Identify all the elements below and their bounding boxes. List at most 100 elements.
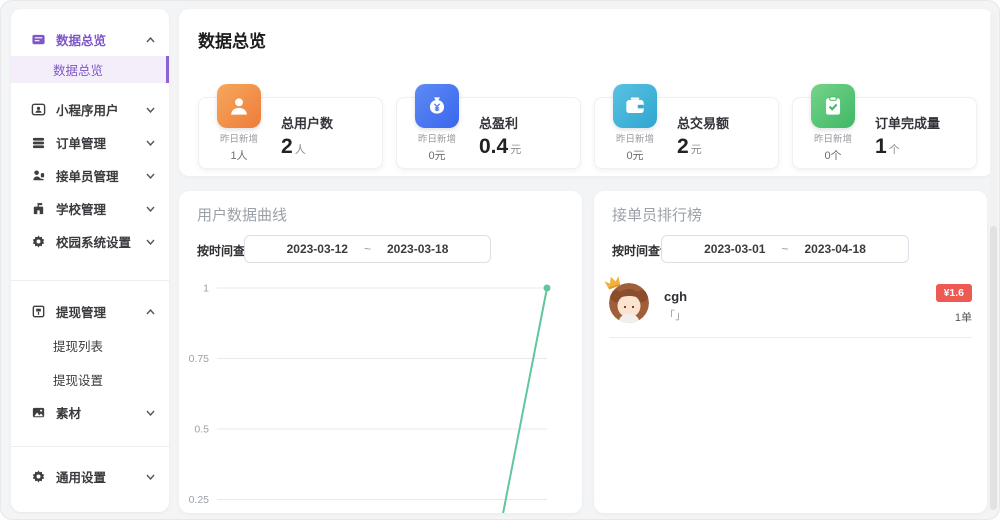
chevron-down-icon [146,107,155,113]
stat-card-total-users: 昨日新增 1人 总用户数 2人 [198,97,383,169]
stat-unit: 元 [691,144,702,156]
amount-badge: ¥1.6 [936,284,972,302]
sidebar-subitem-label: 提现设置 [53,370,103,389]
chevron-down-icon [146,410,155,416]
ranking-list-item: cgh 「」 ¥1.6 1单 [609,283,972,325]
tilde-separator: ~ [364,242,371,256]
chevron-down-icon [146,173,155,179]
stat-unit: 个 [889,144,900,156]
sidebar-item-campus-settings[interactable]: 校园系统设置 [11,225,169,258]
page-title: 数据总览 [198,27,266,52]
sidebar-item-schools[interactable]: 学校管理 [11,192,169,225]
svg-text:1: 1 [203,283,209,295]
miniprogram-user-icon [31,102,46,117]
stat-value: 2 [677,135,689,158]
stat-card-completed-orders: 昨日新增 0个 订单完成量 1个 [792,97,977,169]
svg-text:0.5: 0.5 [194,424,209,436]
overview-panel: 数据总览 昨日新增 1人 总用户数 2人 [179,9,993,176]
sidebar-item-withdraw[interactable]: 提现管理 [11,295,169,328]
sidebar-item-general-settings[interactable]: 通用设置 [11,460,169,493]
user-icon [217,84,261,128]
sidebar-item-label: 接单员管理 [56,166,136,185]
stat-label: 订单完成量 [875,113,976,132]
date-end: 2023-04-18 [805,242,866,256]
sidebar-item-orders[interactable]: 订单管理 [11,126,169,159]
order-icon [31,135,46,150]
courier-subtitle: 「」 [664,307,687,323]
sidebar-item-data-overview[interactable]: 数据总览 [11,23,169,56]
sidebar-item-label: 学校管理 [56,199,136,218]
stat-card-total-profit: 昨日新增 0元 总盈利 0.4元 [396,97,581,169]
svg-text:0.25: 0.25 [189,494,209,506]
sidebar-item-label: 订单管理 [56,133,136,152]
date-end: 2023-03-18 [387,242,448,256]
stat-label: 总盈利 [479,113,580,132]
sidebar-subitem-label: 数据总览 [53,60,103,79]
date-start: 2023-03-01 [704,242,765,256]
stat-label: 总交易额 [677,113,778,132]
sidebar-item-label: 通用设置 [56,467,136,486]
date-range-input[interactable]: 2023-03-01 ~ 2023-04-18 [661,235,909,263]
sidebar-item-couriers[interactable]: 接单员管理 [11,159,169,192]
sidebar-subitem-withdraw-list[interactable]: 提现列表 [11,328,169,362]
yesterday-label: 昨日新增 [797,131,869,145]
courier-name: cgh [664,289,687,304]
sidebar-subitem-label: 提现列表 [53,336,103,355]
sidebar-item-miniprogram-users[interactable]: 小程序用户 [11,93,169,126]
stat-value: 2 [281,135,293,158]
wallet-icon [613,84,657,128]
sidebar-subitem-withdraw-settings[interactable]: 提现设置 [11,362,169,396]
panel-title: 用户数据曲线 [197,204,287,225]
yesterday-label: 昨日新增 [203,131,275,145]
stat-unit: 人 [295,144,306,156]
stat-cards-row: 昨日新增 1人 总用户数 2人 昨日新增 0元 总盈利 0.4元 [198,97,977,169]
stat-value: 1 [875,135,887,158]
app-window: 数据总览 数据总览 小程序用户 订单管理 接单员管理 [0,0,1000,520]
yesterday-value: 0个 [797,147,869,163]
scrollbar-thumb[interactable] [990,226,997,510]
chevron-down-icon [146,474,155,480]
clipboard-check-icon [811,84,855,128]
yesterday-value: 0元 [401,147,473,163]
avatar [609,283,649,323]
row-divider [609,337,972,338]
yesterday-label: 昨日新增 [401,131,473,145]
chevron-up-icon [146,37,155,43]
campus-settings-gear-icon [31,234,46,249]
yesterday-value: 1人 [203,147,275,163]
tilde-separator: ~ [781,242,788,256]
yesterday-value: 0元 [599,147,671,163]
courier-icon [31,168,46,183]
panel-title: 接单员排行榜 [612,204,702,225]
sidebar-item-label: 提现管理 [56,302,136,321]
sidebar-item-label: 数据总览 [56,30,136,49]
sidebar-item-label: 小程序用户 [56,100,136,119]
stat-label: 总用户数 [281,113,382,132]
dashboard-icon [31,32,46,47]
sidebar-divider [11,280,169,281]
user-line-chart: 1 0.75 0.5 0.25 [189,276,574,513]
user-chart-panel: 用户数据曲线 按时间查询: 2023-03-12 ~ 2023-03-18 10… [179,191,582,513]
chevron-down-icon [146,239,155,245]
money-bag-icon [415,84,459,128]
sidebar-item-label: 素材 [56,403,136,422]
chevron-down-icon [146,140,155,146]
date-range-input[interactable]: 2023-03-12 ~ 2023-03-18 [244,235,491,263]
assets-image-icon [31,405,46,420]
sidebar-item-label: 校园系统设置 [56,232,136,251]
stat-unit: 元 [510,144,521,156]
courier-ranking-panel: 接单员排行榜 按时间查询: 2023-03-01 ~ 2023-04-18 cg… [594,191,987,513]
chevron-up-icon [146,309,155,315]
date-start: 2023-03-12 [287,242,348,256]
yesterday-block: 昨日新增 0个 [797,131,869,163]
sidebar-item-assets[interactable]: 素材 [11,396,169,429]
yesterday-block: 昨日新增 0元 [401,131,473,163]
svg-text:0.75: 0.75 [189,353,209,365]
yesterday-block: 昨日新增 0元 [599,131,671,163]
sidebar-subitem-data-overview[interactable]: 数据总览 [11,56,169,83]
yesterday-label: 昨日新增 [599,131,671,145]
general-settings-gear-icon [31,469,46,484]
sidebar: 数据总览 数据总览 小程序用户 订单管理 接单员管理 [11,9,169,512]
orders-count: 1单 [936,309,972,325]
stat-value: 0.4 [479,135,508,158]
